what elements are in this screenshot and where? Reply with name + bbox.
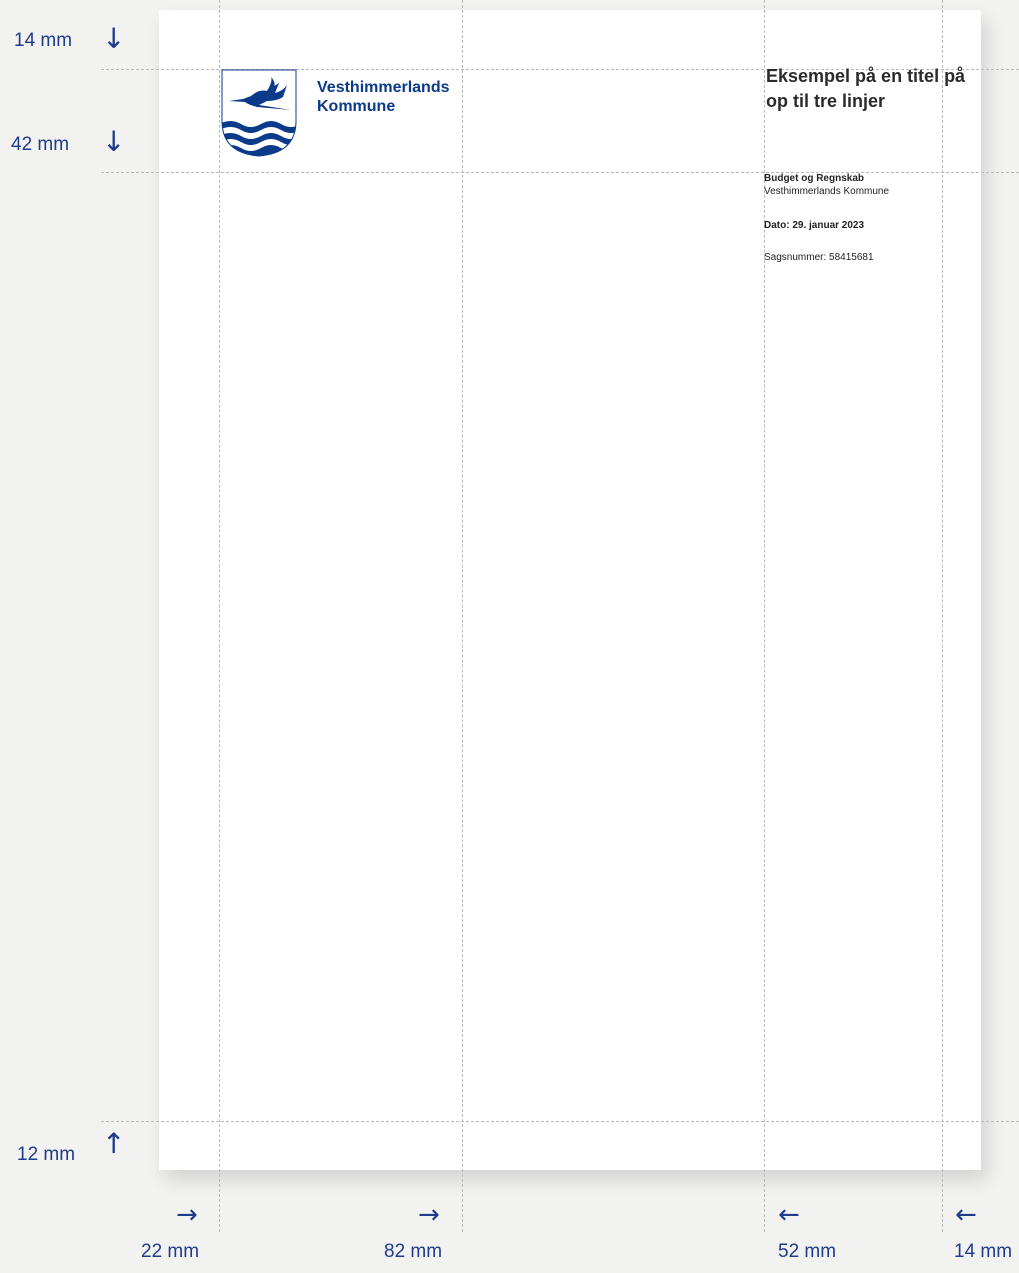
logo-name-line2: Kommune [317,98,396,115]
heron-over-waves-shield-icon [221,69,297,157]
top-margin-label: 14 mm [14,30,73,51]
left-column-label: 82 mm [384,1241,443,1262]
bottom-margin-label: 12 mm [17,1144,76,1165]
arrow-left-icon: ← [955,1200,977,1230]
arrow-right-icon: → [418,1200,440,1230]
organization-name: Vesthimmerlands Kommune [764,186,890,197]
arrow-up-icon: ↑ [102,1127,126,1160]
arrow-left-icon: ← [778,1200,800,1230]
left-margin-label: 22 mm [141,1241,200,1262]
arrow-down-icon: ↓ [102,22,126,55]
document-date: Dato: 29. januar 2023 [764,220,865,231]
header-height-label: 42 mm [11,134,70,155]
case-number: Sagsnummer: 58415681 [764,252,874,263]
arrow-down-icon: ↓ [102,125,126,158]
right-margin-label: 14 mm [954,1241,1013,1262]
document-title: Eksempel på en titel på op til tre linje… [766,66,966,111]
arrow-right-icon: → [176,1200,198,1230]
guide-left-margin [219,0,220,1232]
guide-header [101,172,1019,173]
department-name: Budget og Regnskab [764,173,865,184]
guide-left-column [462,0,463,1232]
guide-bottom-margin [101,1121,1019,1122]
logo-name-line1: Vesthimmerlands [317,79,450,96]
guide-right-margin [942,0,943,1232]
right-column-label: 52 mm [778,1241,837,1262]
organization-logo-name: Vesthimmerlands Kommune [317,78,450,116]
